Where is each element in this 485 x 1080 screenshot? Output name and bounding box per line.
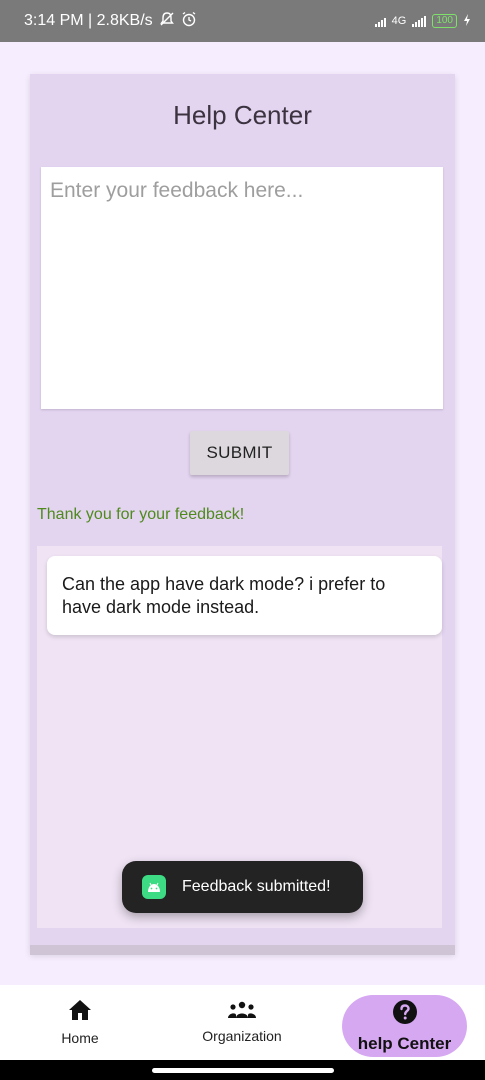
network-type-label: 4G [391,15,407,27]
nav-item-organization[interactable]: Organization [192,985,292,1060]
signal-strength-icon-2 [412,15,427,27]
home-icon [68,999,92,1024]
toast-notification: Feedback submitted! [122,861,363,913]
feedback-card-text: Can the app have dark mode? i prefer to … [62,574,386,617]
battery-indicator: 100 [432,14,457,28]
status-bar: 3:14 PM | 2.8KB/s 4G 100 [0,0,485,42]
nav-label-help-center: help Center [357,1033,452,1053]
signal-strength-icon [374,15,386,27]
feedback-card[interactable]: Can the app have dark mode? i prefer to … [47,556,442,635]
nav-label-home: Home [61,1030,99,1046]
people-icon [227,1001,257,1022]
help-icon [392,999,418,1030]
home-gesture-handle[interactable] [152,1068,334,1073]
nav-item-home[interactable]: Home [30,985,130,1060]
feedback-input[interactable] [41,167,443,409]
panel-bottom-divider [30,945,455,955]
toast-message: Feedback submitted! [182,878,331,895]
status-time-speed: 3:14 PM | 2.8KB/s [24,12,153,29]
page-title: Help Center [173,100,312,130]
android-app-icon [142,875,166,899]
thanks-message: Thank you for your feedback! [37,506,245,523]
nav-label-organization: Organization [202,1028,282,1044]
nav-item-help-center[interactable]: help Center [342,995,467,1057]
alarm-icon [181,11,197,32]
charging-icon [463,13,471,29]
notification-off-icon [159,11,175,32]
submit-button[interactable]: SUBMIT [190,431,289,475]
bottom-navigation: Home Organization help Center [0,985,485,1060]
